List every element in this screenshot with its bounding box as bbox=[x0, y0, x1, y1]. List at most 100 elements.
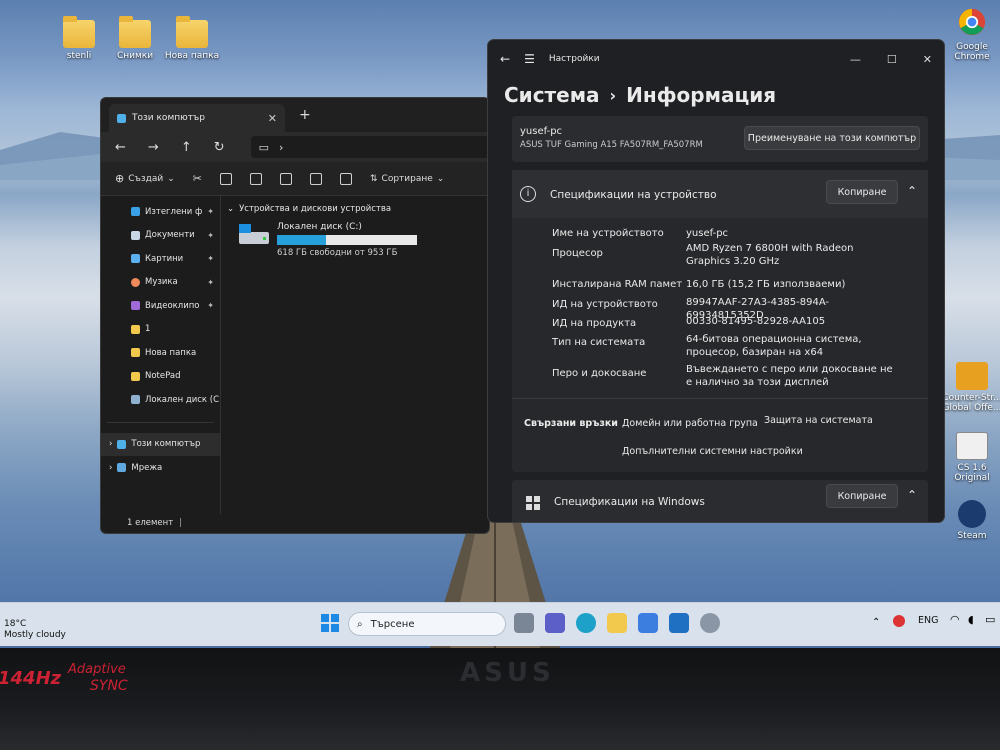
spec-label: Инсталирана RAM памет bbox=[552, 279, 683, 290]
close-tab-icon[interactable]: ✕ bbox=[268, 112, 277, 125]
folder-icon bbox=[131, 324, 140, 334]
maximize-icon[interactable]: ☐ bbox=[887, 53, 897, 66]
domain-workgroup-link[interactable]: Домейн или работна група bbox=[622, 418, 758, 429]
new-button[interactable]: ⊕ Създай ⌄ bbox=[115, 172, 175, 185]
menu-icon[interactable]: ☰ bbox=[524, 52, 535, 66]
language-indicator[interactable]: ENG bbox=[918, 615, 938, 626]
new-tab-button[interactable]: + bbox=[299, 107, 311, 123]
chevron-up-icon[interactable]: ⌃ bbox=[872, 617, 880, 628]
sidebar-item-network[interactable]: › Мрежа bbox=[101, 456, 220, 480]
folder-icon bbox=[176, 16, 208, 48]
rename-pc-button[interactable]: Преименуване на този компютър bbox=[744, 126, 920, 150]
search-placeholder: Търсене bbox=[370, 618, 415, 630]
chevron-down-icon: ⌄ bbox=[167, 173, 175, 184]
file-explorer-window: Този компютър ✕ + ← → ↑ ↻ ▭ › ⊕ Създай ⌄… bbox=[100, 97, 490, 534]
pictures-icon bbox=[131, 254, 140, 264]
battery-icon[interactable]: ▭ bbox=[985, 613, 995, 626]
close-icon[interactable]: ✕ bbox=[923, 53, 932, 66]
desktop-shortcut-cs16[interactable]: CS 1.6 Original bbox=[940, 432, 1000, 483]
delete-icon[interactable] bbox=[340, 172, 352, 185]
minimize-icon[interactable]: — bbox=[850, 53, 861, 66]
spec-value: AMD Ryzen 7 6800H with Radeon Graphics 3… bbox=[686, 243, 854, 267]
rename-icon[interactable] bbox=[280, 172, 292, 185]
volume-icon[interactable]: ◖ bbox=[968, 613, 974, 626]
address-bar[interactable]: ▭ › bbox=[250, 136, 489, 158]
computer-icon bbox=[117, 113, 126, 123]
specs-header[interactable]: i Спецификации на устройство Копиране ⌃ bbox=[512, 170, 928, 218]
sidebar-item-label: Изтеглени ф bbox=[145, 206, 203, 217]
advanced-settings-link[interactable]: Допълнителни системни настройки bbox=[622, 446, 803, 457]
copy-icon[interactable] bbox=[220, 172, 232, 185]
desktop-icon-label: Counter-Str... Global Offe... bbox=[942, 393, 1000, 413]
drive-item[interactable]: Локален диск (C:) 618 ГБ свободни от 953… bbox=[237, 222, 483, 258]
sort-button-label: Сортиране bbox=[381, 173, 433, 184]
copy-specs-button[interactable]: Копиране bbox=[826, 180, 898, 204]
chevron-up-icon[interactable]: ⌃ bbox=[907, 184, 917, 198]
sidebar-item-pictures[interactable]: Картини ✦ bbox=[101, 247, 220, 271]
file-explorer-icon[interactable] bbox=[607, 613, 627, 633]
desktop-shortcut-chrome[interactable]: Google Chrome bbox=[940, 8, 1000, 62]
paste-icon[interactable] bbox=[250, 172, 262, 185]
sidebar-item-nova-papka[interactable]: Нова папка bbox=[101, 341, 220, 365]
windows-specs-card[interactable]: Спецификации на Windows Копиране ⌃ bbox=[512, 480, 928, 522]
back-icon[interactable]: ← bbox=[500, 52, 510, 66]
section-title: Устройства и дискови устройства bbox=[239, 204, 392, 214]
explorer-tab[interactable]: Този компютър ✕ bbox=[109, 104, 285, 132]
refresh-rate: 144Hz bbox=[0, 668, 62, 689]
notification-icon[interactable] bbox=[893, 615, 905, 627]
spec-value: 64-битова операционна система, процесор,… bbox=[686, 334, 862, 358]
specs-title: Спецификации на устройство bbox=[550, 189, 717, 201]
back-icon[interactable]: ← bbox=[115, 140, 126, 155]
sidebar-item-this-pc[interactable]: › Този компютър bbox=[101, 432, 220, 456]
weather-widget[interactable]: 18°C Mostly cloudy bbox=[4, 619, 66, 641]
copy-windows-specs-button[interactable]: Копиране bbox=[826, 484, 898, 508]
teams-icon[interactable] bbox=[545, 613, 565, 633]
sidebar-item-label: NotePad bbox=[145, 371, 181, 382]
taskbar-search[interactable]: ⌕ Търсене bbox=[348, 612, 506, 636]
sidebar-item-music[interactable]: Музика ✦ bbox=[101, 271, 220, 295]
chevron-up-icon[interactable]: ⌃ bbox=[907, 488, 917, 502]
store-icon[interactable] bbox=[638, 613, 658, 633]
sidebar-item-label: Мрежа bbox=[131, 462, 163, 473]
desktop-folder-stenli[interactable]: stenli bbox=[47, 16, 111, 61]
start-button[interactable] bbox=[320, 613, 340, 633]
page-title: Информация bbox=[626, 83, 777, 107]
forward-icon[interactable]: → bbox=[148, 140, 159, 155]
drive-usage-fill bbox=[277, 235, 326, 245]
desktop-folder-nova-papka[interactable]: Нова папка bbox=[160, 16, 224, 61]
laptop-bezel: ASUS bbox=[0, 648, 1000, 750]
sort-button[interactable]: ⇅ Сортиране ⌄ bbox=[370, 174, 444, 184]
desktop-shortcut-steam[interactable]: Steam bbox=[940, 500, 1000, 541]
desktop-shortcut-csgo[interactable]: Counter-Str... Global Offe... bbox=[940, 362, 1000, 413]
device-name: yusef-pc bbox=[520, 126, 563, 137]
breadcrumb-parent[interactable]: Система bbox=[504, 83, 600, 107]
spec-label: ИД на устройството bbox=[552, 299, 658, 310]
sidebar-item-label: Видеоклипо bbox=[145, 300, 200, 311]
folder-icon bbox=[119, 16, 151, 48]
sidebar-item-folder-1[interactable]: 1 bbox=[101, 318, 220, 342]
wifi-icon[interactable]: ◠ bbox=[950, 613, 960, 626]
explorer-sidebar: Изтеглени ф ✦ Документи ✦ Картини ✦ Музика ✦… bbox=[101, 196, 221, 514]
chevron-right-icon: › bbox=[109, 462, 113, 473]
refresh-icon[interactable]: ↻ bbox=[214, 140, 225, 155]
device-model: ASUS TUF Gaming A15 FA507RM_FA507RM bbox=[520, 140, 703, 150]
taskbar: 18°C Mostly cloudy ⌕ Търсене ⌃ ENG ◠ ◖ ▭ bbox=[0, 602, 1000, 646]
up-icon[interactable]: ↑ bbox=[181, 140, 192, 155]
sidebar-item-notepad[interactable]: NotePad bbox=[101, 365, 220, 389]
sidebar-item-videos[interactable]: Видеоклипо ✦ bbox=[101, 294, 220, 318]
edge-icon[interactable] bbox=[576, 613, 596, 633]
sidebar-item-documents[interactable]: Документи ✦ bbox=[101, 224, 220, 248]
cut-icon[interactable]: ✂ bbox=[193, 172, 202, 185]
system-protection-link[interactable]: Защита на системата bbox=[764, 415, 873, 426]
outlook-icon[interactable] bbox=[669, 613, 689, 633]
sidebar-item-label: Нова папка bbox=[145, 347, 197, 358]
share-icon[interactable] bbox=[310, 172, 322, 185]
task-view-icon[interactable] bbox=[514, 613, 534, 633]
sidebar-item-local-disk[interactable]: Локален диск (C bbox=[101, 388, 220, 412]
settings-gear-icon[interactable] bbox=[700, 613, 720, 633]
spec-value: yusef-pc bbox=[686, 228, 729, 239]
section-header[interactable]: ⌄ Устройства и дискови устройства bbox=[227, 204, 483, 214]
folder-icon bbox=[131, 348, 140, 358]
desktop-folder-snimki[interactable]: Снимки bbox=[103, 16, 167, 61]
sidebar-item-downloads[interactable]: Изтеглени ф ✦ bbox=[101, 200, 220, 224]
